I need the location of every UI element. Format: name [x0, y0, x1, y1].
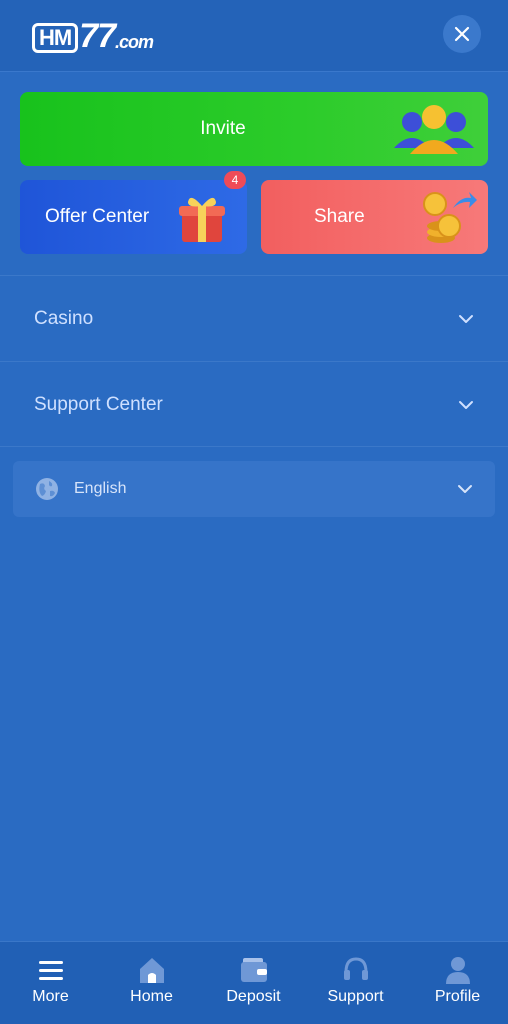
coins-share-icon — [423, 192, 477, 243]
wallet-icon — [240, 958, 267, 982]
offer-count-badge: 4 — [224, 171, 246, 189]
globe-icon — [36, 478, 58, 500]
language-selector[interactable]: English — [13, 461, 495, 517]
chevron-down-icon — [459, 314, 473, 323]
nav-profile-label: Profile — [434, 988, 481, 1005]
chevron-down-icon — [458, 485, 472, 493]
divider — [0, 446, 508, 447]
invite-label: Invite — [200, 118, 246, 139]
share-label: Share — [314, 206, 365, 227]
gift-icon — [179, 197, 225, 242]
header: HM 77 .com — [0, 0, 508, 72]
user-icon — [445, 957, 470, 984]
casino-label: Casino — [34, 307, 94, 329]
menu-item-support-center[interactable]: Support Center — [0, 362, 508, 447]
nav-deposit[interactable]: Deposit — [203, 942, 304, 1024]
nav-home-label: Home — [130, 988, 173, 1005]
close-icon — [454, 26, 470, 42]
brand-logo[interactable]: HM 77 .com — [32, 17, 154, 55]
menu-item-casino[interactable]: Casino — [0, 276, 508, 361]
chevron-down-icon — [459, 400, 473, 409]
offer-center-card[interactable]: Offer Center — [20, 180, 247, 254]
logo-part-com: .com — [115, 32, 154, 52]
nav-more-label: More — [32, 988, 69, 1005]
support-center-label: Support Center — [34, 393, 163, 415]
nav-support[interactable]: Support — [305, 942, 406, 1024]
logo-part-77: 77 — [79, 17, 116, 55]
nav-profile[interactable]: Profile — [407, 942, 508, 1024]
offer-center-label: Offer Center — [45, 206, 150, 227]
bottom-navigation: More Home Deposit Support Profile — [0, 941, 508, 1024]
nav-support-label: Support — [327, 988, 384, 1005]
menu-icon — [38, 961, 63, 980]
headset-icon — [343, 957, 368, 980]
nav-deposit-label: Deposit — [226, 988, 281, 1005]
nav-home[interactable]: Home — [101, 942, 202, 1024]
logo-part-hm: HM — [32, 23, 79, 53]
invite-card[interactable]: Invite — [20, 92, 488, 166]
nav-more[interactable]: More — [0, 942, 101, 1024]
language-label: English — [74, 480, 127, 497]
side-menu-screen: HM 77 .com Invite Offer Center 4 Share C… — [0, 0, 508, 1024]
users-group-icon — [394, 105, 474, 154]
close-button[interactable] — [443, 15, 481, 53]
home-icon — [139, 958, 164, 983]
share-card[interactable]: Share — [261, 180, 488, 254]
